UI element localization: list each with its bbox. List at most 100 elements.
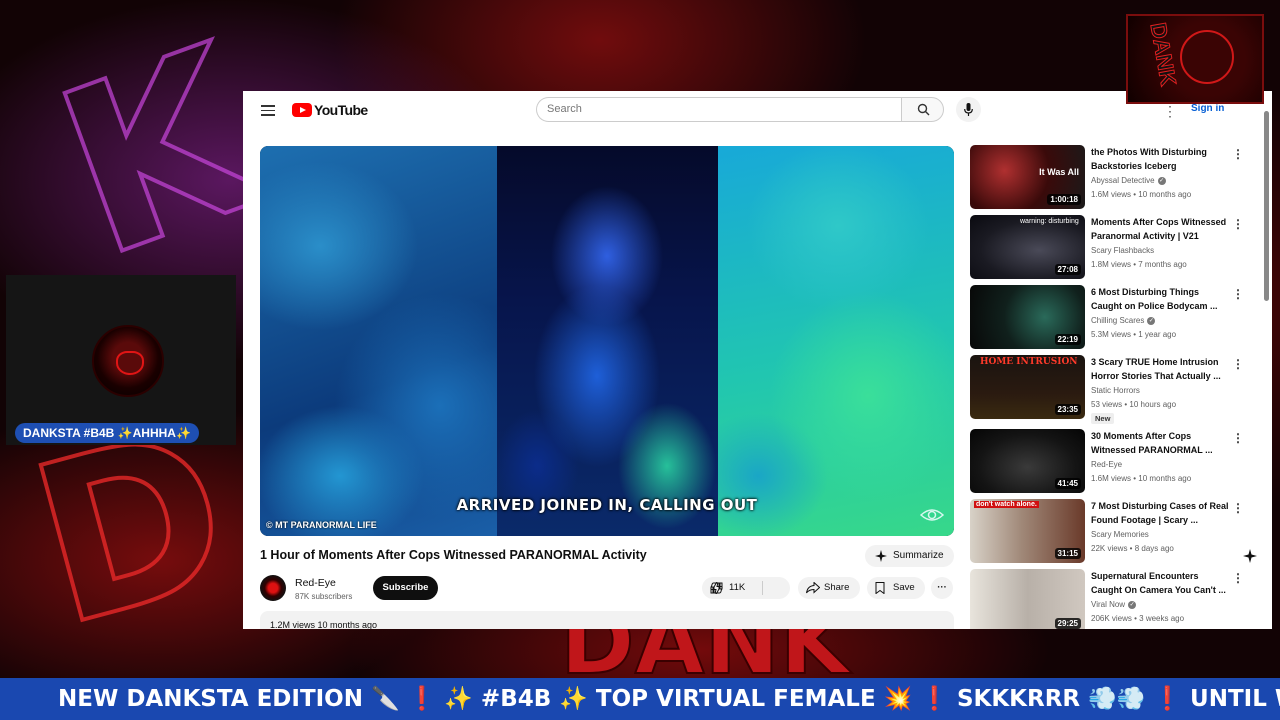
video-duration: 1:00:18 — [1047, 194, 1081, 205]
recommendation-menu-icon[interactable]: ⋮ — [1232, 357, 1244, 371]
recommendation-title[interactable]: 6 Most Disturbing Things Caught on Polic… — [1091, 286, 1231, 313]
like-divider — [762, 581, 763, 595]
recommendation-title[interactable]: 7 Most Disturbing Cases of Real Found Fo… — [1091, 500, 1231, 527]
recommendation-menu-icon[interactable]: ⋮ — [1232, 147, 1244, 161]
ticker-text: NEW DANKSTA EDITION 🔪 ❗ ✨ #B4B ✨ TOP VIR… — [58, 686, 1280, 712]
new-badge: New — [1091, 413, 1115, 424]
verified-icon: ✓ — [1128, 600, 1137, 609]
webcam-box: DANKSTA #B4B ✨AHHHA✨ — [6, 275, 236, 445]
verified-icon: ✓ — [1157, 176, 1166, 185]
recommendation-menu-icon[interactable]: ⋮ — [1232, 571, 1244, 585]
recommendation-meta: 1.8M views • 7 months ago — [1091, 260, 1187, 269]
ai-sparkle-icon[interactable] — [1243, 549, 1257, 563]
recommendation-channel[interactable]: Red-Eye — [1091, 460, 1122, 469]
recommendation-thumbnail[interactable]: 22:19 — [970, 285, 1085, 349]
recommendation-channel[interactable]: Scary Flashbacks — [1091, 246, 1154, 255]
recommendation-thumbnail[interactable]: 29:25 — [970, 569, 1085, 629]
video-duration: 23:35 — [1054, 404, 1081, 415]
channel-avatar[interactable] — [260, 575, 286, 601]
dank-logo: DANK — [1126, 14, 1264, 104]
video-frame-center — [497, 146, 718, 536]
recommendation-item[interactable]: 22:19 6 Most Disturbing Things Caught on… — [970, 285, 1244, 351]
recommendation-item[interactable]: It Was All 1:00:18 the Photos With Distu… — [970, 145, 1244, 211]
video-duration: 41:45 — [1054, 478, 1081, 489]
recommendation-menu-icon[interactable]: ⋮ — [1232, 431, 1244, 445]
video-subtitle: ARRIVED JOINED IN, CALLING OUT — [456, 496, 758, 514]
recommendation-title[interactable]: 30 Moments After Cops Witnessed PARANORM… — [1091, 430, 1231, 457]
channel-subscriber-count: 87K subscribers — [295, 592, 353, 601]
share-icon — [806, 582, 820, 594]
video-duration: 31:15 — [1054, 548, 1081, 559]
more-actions-button[interactable]: ··· — [931, 577, 953, 599]
share-button[interactable]: Share — [798, 577, 860, 599]
recommendation-item[interactable]: 41:45 30 Moments After Cops Witnessed PA… — [970, 429, 1244, 495]
video-duration: 27:08 — [1054, 264, 1081, 275]
yt-header: YouTube Search ⋮ Sign in — [243, 91, 1272, 129]
recommendation-meta: 206K views • 3 weeks ago — [1091, 614, 1185, 623]
recommendation-menu-icon[interactable]: ⋮ — [1232, 501, 1244, 515]
recommendation-thumbnail[interactable]: It Was All 1:00:18 — [970, 145, 1085, 209]
video-player[interactable]: ARRIVED JOINED IN, CALLING OUT © MT PARA… — [260, 146, 954, 536]
description-box[interactable]: 1.2M views 10 months ago — [260, 611, 954, 629]
video-title: 1 Hour of Moments After Cops Witnessed P… — [260, 548, 647, 562]
recommendation-title[interactable]: Moments After Cops Witnessed Paranormal … — [1091, 216, 1231, 243]
youtube-logo-text: YouTube — [314, 102, 368, 118]
ticker-bar: NEW DANKSTA EDITION 🔪 ❗ ✨ #B4B ✨ TOP VIR… — [0, 678, 1280, 720]
recommendation-channel[interactable]: Static Horrors — [1091, 386, 1140, 395]
recommendation-thumbnail[interactable]: HOME INTRUSION 23:35 — [970, 355, 1085, 419]
like-count[interactable]: 11K — [729, 577, 745, 599]
summarize-button[interactable]: Summarize — [865, 545, 954, 567]
verified-icon: ✓ — [1147, 316, 1156, 325]
recommendation-channel[interactable]: Chilling Scares ✓ — [1091, 316, 1156, 325]
dank-logo-text: DANK — [1145, 20, 1182, 88]
recommendation-thumbnail[interactable]: warning: disturbing 27:08 — [970, 215, 1085, 279]
search-button[interactable] — [901, 97, 944, 122]
channel-name[interactable]: Red-Eye — [295, 577, 336, 589]
recommendation-meta: 1.6M views • 10 months ago — [1091, 190, 1192, 199]
recommendation-item[interactable]: HOME INTRUSION 23:35 3 Scary TRUE Home I… — [970, 355, 1244, 424]
recommendation-item[interactable]: warning: disturbing 27:08 Moments After … — [970, 215, 1244, 281]
like-dislike-group: 11K — [702, 577, 790, 599]
microphone-icon — [964, 103, 973, 116]
save-button[interactable]: Save — [867, 577, 925, 599]
search-input[interactable]: Search — [536, 97, 901, 122]
recommendation-meta: 5.3M views • 1 year ago — [1091, 330, 1177, 339]
bookmark-icon — [875, 582, 885, 594]
youtube-window: YouTube Search ⋮ Sign in ARRIVED JOINED … — [243, 91, 1272, 629]
recommendation-channel[interactable]: Abyssal Detective ✓ — [1091, 176, 1166, 185]
recommendation-menu-icon[interactable]: ⋮ — [1232, 287, 1244, 301]
recommendation-meta: 1.6M views • 10 months ago — [1091, 474, 1192, 483]
recommendation-channel[interactable]: Scary Memories — [1091, 530, 1149, 539]
sign-in-button[interactable]: Sign in — [1191, 103, 1224, 114]
page-scrollbar[interactable] — [1264, 111, 1270, 611]
video-duration: 29:25 — [1054, 618, 1081, 629]
voice-search-button[interactable] — [956, 97, 981, 122]
video-view-meta: 1.2M views 10 months ago — [270, 620, 378, 629]
dank-logo-mascot — [1180, 30, 1234, 84]
youtube-logo[interactable]: YouTube — [292, 102, 368, 118]
recommendation-item[interactable]: don't watch alone. 31:15 7 Most Disturbi… — [970, 499, 1244, 565]
recommendation-thumbnail[interactable]: don't watch alone. 31:15 — [970, 499, 1085, 563]
subscribe-button[interactable]: Subscribe — [373, 576, 438, 600]
recommendation-title[interactable]: Supernatural Encounters Caught On Camera… — [1091, 570, 1231, 597]
thumbnail-caption: It Was All — [1039, 167, 1079, 177]
recommendation-item[interactable]: 29:25 Supernatural Encounters Caught On … — [970, 569, 1244, 629]
video-watermark: © MT PARANORMAL LIFE — [266, 520, 377, 530]
more-vert-icon[interactable]: ⋮ — [1163, 103, 1177, 120]
recommendation-thumbnail[interactable]: 41:45 — [970, 429, 1085, 493]
summarize-label: Summarize — [893, 550, 944, 561]
scrollbar-thumb[interactable] — [1264, 111, 1269, 301]
thumbnail-caption: don't watch alone. — [974, 501, 1039, 508]
recommendation-channel[interactable]: Viral Now ✓ — [1091, 600, 1137, 609]
video-frame-left — [260, 146, 497, 536]
dislike-icon[interactable] — [710, 582, 723, 594]
share-label: Share — [824, 582, 850, 593]
recommendation-title[interactable]: the Photos With Disturbing Backstories I… — [1091, 146, 1231, 173]
recommendation-meta: 22K views • 8 days ago — [1091, 544, 1174, 553]
thumbnail-caption: HOME INTRUSION — [980, 357, 1078, 367]
hamburger-menu-icon[interactable] — [261, 105, 275, 116]
eye-watermark-icon — [920, 509, 944, 521]
recommendation-meta: 53 views • 10 hours ago — [1091, 400, 1177, 409]
recommendation-menu-icon[interactable]: ⋮ — [1232, 217, 1244, 231]
recommendation-title[interactable]: 3 Scary TRUE Home Intrusion Horror Stori… — [1091, 356, 1231, 383]
